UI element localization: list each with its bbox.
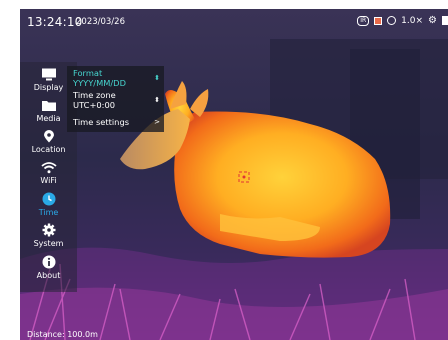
thermal-viewfinder-screen: 13:24:10 2023/03/26 IR 1.0× ⚙ Display Me… (20, 9, 448, 340)
status-bar: 13:24:10 2023/03/26 IR 1.0× ⚙ (20, 9, 448, 35)
gear-icon (42, 223, 55, 237)
sidebar-item-wifi[interactable]: WiFi (20, 161, 77, 191)
timezone-label: Time zone UTC+0:00 (73, 90, 116, 110)
ir-mode-badge: IR (357, 15, 370, 26)
settings-gear-icon: ⚙ (428, 15, 437, 26)
sd-card-icon (374, 16, 383, 25)
stepper-arrows-icon[interactable]: ⬍ (154, 74, 160, 82)
time-settings-option[interactable]: Time settings > (73, 115, 160, 129)
timezone-option[interactable]: Time zone UTC+0:00 ⬍ (73, 90, 160, 110)
sidebar-item-label: System (33, 239, 64, 248)
sidebar-item-location[interactable]: Location (20, 130, 77, 160)
status-icons: IR 1.0× ⚙ (357, 15, 448, 26)
time-submenu: Format YYYY/MM/DD ⬍ Time zone UTC+0:00 ⬍… (67, 66, 164, 132)
chevron-right-icon: > (154, 118, 160, 126)
date-format-label: Format YYYY/MM/DD (73, 68, 126, 88)
clock-icon (42, 192, 55, 206)
sidebar-item-label: Display (33, 83, 64, 92)
globe-icon (387, 16, 397, 25)
sidebar-item-label: Media (36, 114, 61, 123)
stepper-arrows-icon[interactable]: ⬍ (154, 96, 160, 104)
monitor-icon (41, 68, 56, 81)
location-pin-icon (43, 130, 54, 143)
folder-icon (41, 101, 56, 111)
wifi-icon (40, 162, 57, 174)
sidebar-item-system[interactable]: System (20, 223, 77, 253)
clock-time: 13:24:10 (27, 15, 83, 29)
clock-date: 2023/03/26 (76, 17, 125, 27)
time-settings-label: Time settings (73, 117, 130, 127)
thermal-image (20, 9, 448, 340)
distance-readout: Distance: 100.0m (27, 330, 98, 339)
sidebar-item-label: WiFi (40, 176, 57, 185)
battery-icon (442, 16, 448, 25)
sidebar-item-label: Time (38, 208, 59, 217)
date-format-option[interactable]: Format YYYY/MM/DD ⬍ (73, 68, 160, 88)
zoom-level: 1.0× (401, 15, 424, 26)
sidebar-item-label: About (36, 271, 61, 280)
sidebar-item-about[interactable]: About (20, 255, 77, 285)
sidebar-item-label: Location (31, 145, 66, 154)
sidebar-item-time[interactable]: Time (20, 192, 77, 222)
info-icon (42, 255, 55, 269)
